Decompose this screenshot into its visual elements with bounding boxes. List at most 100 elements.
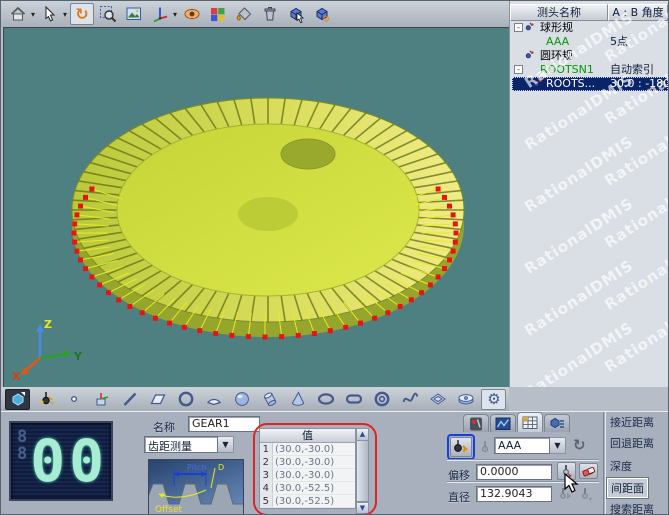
value-list-header: 值 — [260, 429, 355, 443]
coordinate-system-button[interactable] — [148, 3, 172, 25]
tab-report[interactable] — [544, 414, 570, 432]
feature-plane-button[interactable] — [145, 389, 170, 410]
value-list-row[interactable]: 1(30.0,-30.0) — [260, 443, 355, 456]
distance-option-3[interactable]: 间距面 — [607, 478, 648, 498]
delete-trash-button[interactable] — [258, 3, 282, 25]
dropdown-arrow-icon[interactable]: ▾ — [173, 10, 177, 19]
feature-cone-button[interactable] — [285, 389, 310, 410]
probe-sensor-icon — [37, 390, 55, 408]
dropdown-arrow-icon[interactable]: ▾ — [63, 10, 67, 19]
render-tools-icon — [235, 5, 253, 23]
feature-toolbar: ⚙ — [1, 387, 509, 411]
tree-row-aaa[interactable]: AAA5点 — [510, 35, 669, 49]
svg-text:⚙: ⚙ — [322, 15, 330, 23]
dropdown-arrow-icon[interactable]: ▾ — [31, 10, 35, 19]
row-value: (30.0,-30.0) — [273, 456, 334, 468]
view-solid-icon — [9, 390, 27, 408]
probe-ghost-icon — [478, 440, 492, 457]
fit-image-button[interactable] — [122, 3, 146, 25]
feature-ellipse-button[interactable] — [313, 389, 338, 410]
svg-text:Z: Z — [44, 318, 52, 331]
tree-header-col-0[interactable]: 测头名称 — [510, 4, 608, 21]
disk-icon — [457, 390, 475, 408]
value-list-row[interactable]: 3(30.0,-30.0) — [260, 469, 355, 482]
value-list-row[interactable]: 4(30.0,-52.5) — [260, 482, 355, 495]
distance-option-1[interactable]: 回退距离 — [610, 435, 654, 451]
feature-surface-patch-button[interactable] — [425, 389, 450, 410]
row-index: 3 — [260, 469, 273, 481]
probe-select[interactable]: AAA ▼ — [494, 437, 566, 454]
render-tools-button[interactable] — [232, 3, 256, 25]
home-button[interactable] — [6, 3, 30, 25]
tree-expander-icon[interactable]: - — [514, 23, 523, 32]
feature-cylinder-button[interactable] — [257, 389, 282, 410]
feature-probe-sensor-button[interactable] — [33, 389, 58, 410]
gear-model: Z Y X — [4, 28, 510, 388]
tab-table[interactable] — [517, 412, 543, 432]
plane-icon — [149, 390, 167, 408]
feature-csys-feature-button[interactable] — [89, 389, 114, 410]
watermark-text: RationalDMIS — [521, 132, 636, 216]
feature-point-button[interactable] — [61, 389, 86, 410]
rotate-view-button[interactable]: ↻ — [70, 3, 94, 25]
tree-header-col-1[interactable]: A : B 角度 — [608, 4, 668, 21]
feature-circle-button[interactable] — [173, 389, 198, 410]
scroll-down-icon[interactable]: ▼ — [357, 502, 368, 514]
chevron-down-icon[interactable]: ▼ — [550, 437, 566, 454]
feature-sphere-button[interactable] — [229, 389, 254, 410]
offset-input[interactable]: 0.0000 — [476, 464, 552, 480]
apply-probe-button[interactable] — [557, 462, 576, 480]
d-label: D — [218, 463, 224, 472]
row-index: 2 — [260, 456, 273, 468]
zoom-window-button[interactable] — [96, 3, 120, 25]
feature-disk-button[interactable] — [453, 389, 478, 410]
erase-button[interactable] — [579, 463, 598, 479]
view-eye-button[interactable] — [180, 3, 204, 25]
feature-slot-button[interactable] — [341, 389, 366, 410]
tree-row-[interactable]: -球形规 — [510, 21, 669, 35]
row-value: (30.0,-30.0) — [273, 469, 334, 481]
measure-mode-select[interactable]: 齿距测量 ▼ — [144, 436, 234, 453]
feature-arc-button[interactable] — [201, 389, 226, 410]
value-list-row[interactable]: 5(30.0,-52.5) — [260, 495, 355, 508]
recalculate-icon[interactable]: ↻ — [573, 436, 586, 454]
diameter-input[interactable]: 132.9043 — [476, 486, 552, 502]
feature-curve-button[interactable] — [397, 389, 422, 410]
arc-icon — [205, 390, 223, 408]
feature-torus-button[interactable] — [369, 389, 394, 410]
feature-line-button[interactable] — [117, 389, 142, 410]
curve-icon — [401, 390, 419, 408]
panel-divider — [603, 412, 606, 515]
distance-option-0[interactable]: 接近距离 — [610, 414, 654, 430]
line-icon — [121, 390, 139, 408]
chevron-down-icon[interactable]: ▼ — [218, 436, 234, 453]
tree-item-label: ROOTSN1 — [540, 63, 594, 77]
feature-view-solid-button[interactable] — [5, 389, 30, 410]
select-cursor-button[interactable] — [38, 3, 62, 25]
surface-patch-icon — [429, 390, 447, 408]
tree-row-roots[interactable]: ROOTS...30.0 : -180... — [510, 77, 669, 91]
pitch-label: Pitch — [187, 463, 206, 472]
tree-row-rootsn1[interactable]: -ROOTSN1自动索引 — [510, 63, 669, 77]
3d-viewport[interactable]: Z Y X — [3, 27, 509, 387]
value-list-row[interactable]: 2(30.0,-30.0) — [260, 456, 355, 469]
color-palette-button[interactable] — [206, 3, 230, 25]
fit-image-icon — [125, 5, 143, 23]
pick-solid-icon — [287, 5, 305, 23]
axis-triad: Z Y X — [12, 318, 83, 383]
distance-option-2[interactable]: 深度 — [610, 458, 632, 474]
probe-tool-button[interactable] — [450, 437, 472, 457]
tab-probe[interactable] — [463, 414, 489, 432]
solid-settings-button[interactable]: ⚙ — [310, 3, 334, 25]
tab-graphics[interactable] — [490, 414, 516, 432]
distance-option-4[interactable]: 搜索距离 — [610, 501, 654, 515]
feature-gear-button[interactable]: ⚙ — [481, 389, 506, 410]
tree-row-[interactable]: 圆环规 — [510, 49, 669, 63]
coordinate-system-icon — [151, 5, 169, 23]
name-input[interactable]: GEAR1 — [188, 416, 260, 432]
tree-expander-icon[interactable]: - — [514, 65, 523, 74]
scroll-thumb[interactable] — [357, 441, 368, 502]
pick-solid-button[interactable] — [284, 3, 308, 25]
value-list-scrollbar[interactable]: ▲ ▼ — [356, 428, 369, 515]
scroll-up-icon[interactable]: ▲ — [357, 429, 368, 441]
